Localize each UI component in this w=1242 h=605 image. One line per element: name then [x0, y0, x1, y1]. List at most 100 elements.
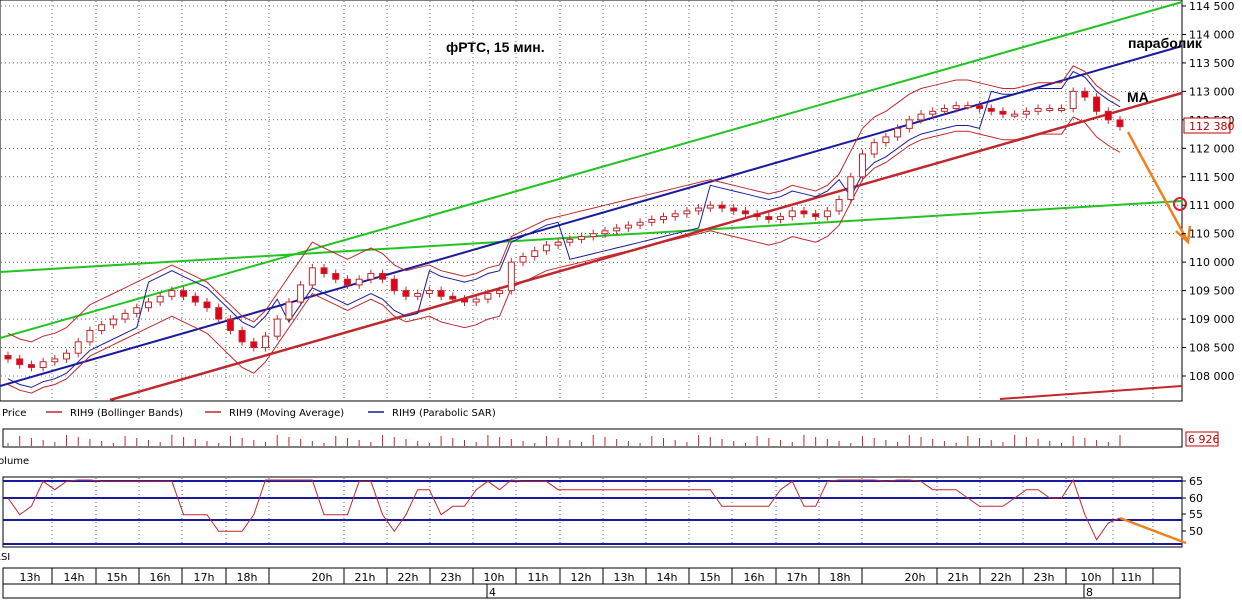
candle-up: [917, 113, 925, 121]
time-tick-label: 11h: [1121, 571, 1142, 584]
time-tick-label: 23h: [1034, 571, 1055, 584]
candle-up: [929, 110, 937, 115]
candle-up: [648, 218, 656, 223]
time-tick-label: 14h: [64, 571, 85, 584]
candle-up: [952, 105, 960, 109]
time-tick-label: 12h: [571, 571, 592, 584]
candle-up: [109, 318, 117, 326]
price-tick-label: 114 000: [1189, 28, 1235, 41]
time-tick-label: 22h: [398, 571, 419, 584]
candle-down: [402, 290, 410, 297]
candle-up: [51, 358, 59, 363]
candle-up: [882, 136, 890, 144]
candle-up: [905, 119, 913, 129]
candle-up: [624, 224, 632, 229]
candle-up: [156, 295, 164, 303]
candle-down: [1093, 96, 1101, 112]
candle-up: [484, 292, 492, 300]
candle-up: [777, 216, 785, 220]
time-tick-label: 11h: [528, 571, 549, 584]
day-label: 8: [1086, 586, 1093, 599]
volume-panel[interactable]: [2, 428, 1183, 448]
time-tick-label: 23h: [441, 571, 462, 584]
time-tick-label: 17h: [787, 571, 808, 584]
candle-up: [589, 233, 597, 238]
candle-up: [554, 241, 562, 246]
candle-down: [437, 290, 445, 297]
candle-down: [449, 295, 457, 300]
candle-down: [16, 358, 24, 366]
candle-up: [613, 227, 621, 232]
rsi-panel[interactable]: [2, 476, 1183, 548]
time-tick-label: 15h: [107, 571, 128, 584]
rsi-tick-label: 55: [1189, 508, 1203, 521]
price-tick-label: 109 000: [1189, 313, 1235, 326]
candle-down: [987, 107, 995, 112]
candle-up: [297, 284, 305, 303]
candle-down: [1081, 90, 1089, 98]
price-tick-label: 111 000: [1189, 199, 1235, 212]
time-tick-label: 13h: [20, 571, 41, 584]
candle-up: [858, 153, 866, 178]
candle-up: [86, 329, 94, 343]
candle-up: [133, 307, 141, 314]
rsi-tick-label: 50: [1189, 525, 1203, 538]
price-panel[interactable]: [0, 0, 1183, 402]
time-tick-label: 20h: [905, 571, 926, 584]
time-tick-label: 16h: [150, 571, 171, 584]
candle-up: [566, 238, 574, 243]
candle-down: [27, 364, 35, 368]
candle-down: [730, 207, 738, 212]
time-tick-label: 20h: [312, 571, 333, 584]
candle-up: [507, 261, 515, 292]
rsi-tick-label: 60: [1189, 492, 1203, 505]
candle-up: [425, 290, 433, 294]
candle-up: [273, 318, 281, 337]
time-tick-label: 17h: [194, 571, 215, 584]
candle-down: [332, 273, 340, 280]
candle-down: [343, 278, 351, 286]
candle-up: [542, 244, 550, 252]
price-tick-label: 108 000: [1189, 370, 1235, 383]
candle-down: [215, 307, 223, 320]
candle-up: [788, 210, 796, 218]
candle-up: [671, 213, 679, 218]
candle-down: [238, 329, 246, 343]
candle-up: [659, 216, 667, 220]
legend-price: Price: [2, 408, 26, 419]
candle-up: [1022, 110, 1030, 115]
candle-down: [1116, 119, 1124, 128]
candle-up: [940, 107, 948, 112]
candle-up: [308, 267, 316, 286]
candle-down: [800, 210, 808, 215]
candle-up: [98, 324, 106, 331]
candle-up: [144, 301, 152, 309]
legend: Price RIH9 (Bollinger Bands) RIH9 (Movin…: [2, 408, 496, 419]
candle-up: [1057, 107, 1065, 111]
time-tick-label: 13h: [614, 571, 635, 584]
legend-sar: RIH9 (Parabolic SAR): [392, 408, 496, 419]
candle-down: [320, 267, 328, 275]
candle-up: [847, 176, 855, 201]
last-price-label: 112 380: [1189, 120, 1235, 133]
rsi-tick-label: 65: [1189, 475, 1203, 488]
candle-up: [472, 298, 480, 303]
rsi-title: RSI: [0, 552, 10, 563]
time-tick-label: 18h: [830, 571, 851, 584]
candle-down: [1104, 110, 1112, 121]
trading-chart: фРТС, 15 мин. параболик MA 114 500114 00…: [0, 0, 1235, 599]
price-tick-label: 108 500: [1189, 342, 1235, 355]
price-tick-label: 110 000: [1189, 256, 1235, 269]
price-tick-label: 113 500: [1189, 57, 1235, 70]
candle-up: [496, 290, 504, 294]
chart-title: фРТС, 15 мин.: [446, 39, 545, 55]
time-tick-label: 18h: [237, 571, 258, 584]
time-tick-label: 21h: [355, 571, 376, 584]
time-tick-label: 22h: [991, 571, 1012, 584]
candle-up: [870, 142, 878, 155]
time-tick-label: 21h: [948, 571, 969, 584]
candle-up: [695, 207, 703, 212]
candle-down: [250, 341, 258, 349]
day-label: 4: [489, 586, 496, 599]
legend-ma: RIH9 (Moving Average): [229, 408, 344, 419]
